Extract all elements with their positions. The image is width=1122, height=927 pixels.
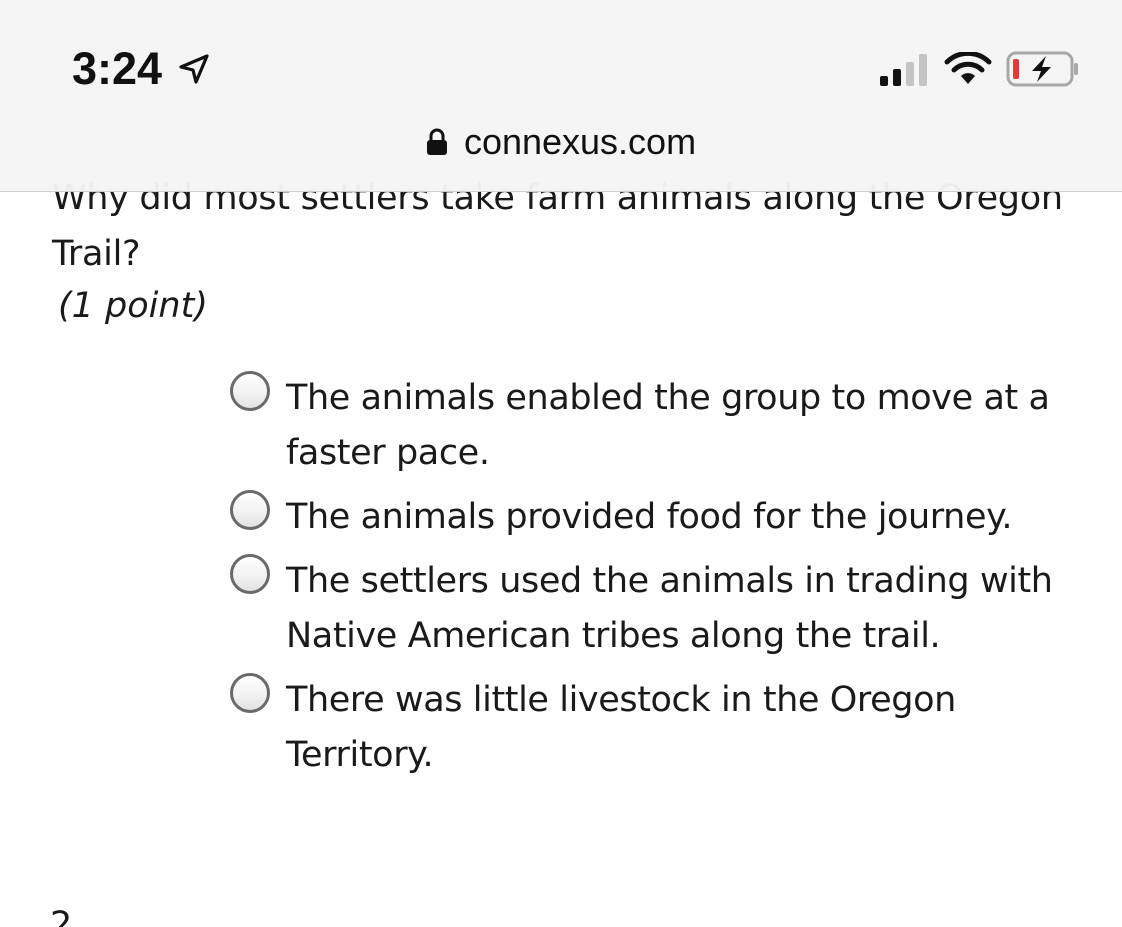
wifi-icon bbox=[944, 52, 992, 84]
address-bar[interactable]: connexus.com bbox=[0, 118, 1122, 166]
cellular-signal-icon bbox=[880, 54, 927, 86]
battery-charging-icon bbox=[1006, 51, 1078, 87]
location-arrow-icon bbox=[179, 54, 209, 84]
answer-option-2[interactable]: The animals provided food for the journe… bbox=[230, 490, 1090, 545]
next-question-number: 2 bbox=[50, 905, 73, 927]
question-points: (1 point) bbox=[58, 286, 208, 326]
answer-option-label[interactable]: There was little livestock in the Oregon… bbox=[286, 673, 1090, 783]
lock-icon bbox=[426, 128, 447, 155]
answer-option-1[interactable]: The animals enabled the group to move at… bbox=[230, 371, 1090, 481]
url-domain[interactable]: connexus.com bbox=[464, 121, 696, 163]
answer-option-4[interactable]: There was little livestock in the Oregon… bbox=[230, 673, 1090, 783]
radio-button-icon[interactable] bbox=[230, 371, 270, 411]
answer-option-label[interactable]: The animals enabled the group to move at… bbox=[286, 371, 1090, 481]
answer-options: The animals enabled the group to move at… bbox=[230, 370, 1090, 792]
radio-button-icon[interactable] bbox=[230, 554, 270, 594]
answer-option-label[interactable]: The settlers used the animals in trading… bbox=[286, 554, 1090, 664]
status-time: 3:24 bbox=[72, 43, 163, 94]
radio-button-icon[interactable] bbox=[230, 673, 270, 713]
answer-option-3[interactable]: The settlers used the animals in trading… bbox=[230, 554, 1090, 664]
radio-button-icon[interactable] bbox=[230, 490, 270, 530]
answer-option-label[interactable]: The animals provided food for the journe… bbox=[286, 490, 1090, 545]
browser-chrome: 3:24 connexus.com bbox=[0, 0, 1122, 192]
page: Why did most settlers take farm animals … bbox=[0, 0, 1122, 927]
